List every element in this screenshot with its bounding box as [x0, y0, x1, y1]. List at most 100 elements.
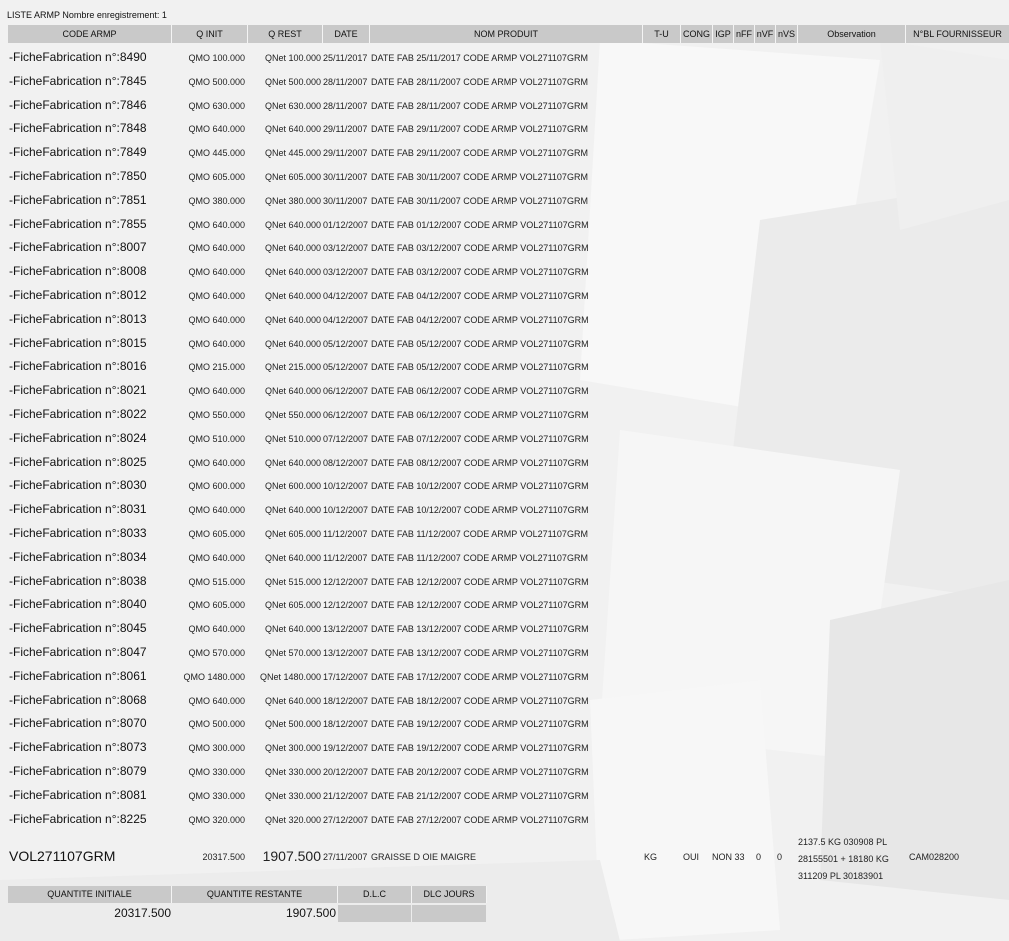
row-code-armp[interactable]: -FicheFabrication n°:8081 — [9, 788, 147, 802]
row-code-armp[interactable]: -FicheFabrication n°:8070 — [9, 716, 147, 730]
row-code-armp[interactable]: -FicheFabrication n°:8034 — [9, 550, 147, 564]
table-row: -FicheFabrication n°:8008 QMO 640.000 QNet… — [0, 259, 1009, 282]
row-q-init: QMO 215.000 — [188, 362, 245, 372]
row-nom-produit: DATE FAB 30/11/2007 CODE ARMP VOL271107G… — [371, 196, 588, 206]
row-date: 27/12/2007 — [323, 815, 369, 825]
row-code-armp[interactable]: -FicheFabrication n°:8038 — [9, 574, 147, 588]
row-code-armp[interactable]: -FicheFabrication n°:8040 — [9, 597, 147, 611]
row-code-armp[interactable]: -FicheFabrication n°:7851 — [9, 193, 147, 207]
row-date: 18/12/2007 — [323, 696, 369, 706]
row-q-init: QMO 640.000 — [188, 386, 245, 396]
row-q-init: QMO 640.000 — [188, 267, 245, 277]
row-nom-produit: DATE FAB 11/12/2007 CODE ARMP VOL271107G… — [371, 529, 588, 539]
row-date: 11/12/2007 — [323, 529, 368, 539]
row-code-armp[interactable]: -FicheFabrication n°:8021 — [9, 383, 147, 397]
row-code-armp[interactable]: -FicheFabrication n°:8022 — [9, 407, 147, 421]
table-row: -FicheFabrication n°:7849 QMO 445.000 QNet… — [0, 140, 1009, 163]
row-date: 12/12/2007 — [323, 600, 369, 610]
col-nom-produit: NOM PRODUIT — [370, 25, 643, 43]
row-code-armp[interactable]: -FicheFabrication n°:8047 — [9, 645, 147, 659]
row-date: 20/12/2007 — [323, 767, 369, 777]
row-q-init: QMO 640.000 — [188, 553, 245, 563]
row-nom-produit: DATE FAB 30/11/2007 CODE ARMP VOL271107G… — [371, 172, 588, 182]
row-code-armp[interactable]: -FicheFabrication n°:8061 — [9, 669, 147, 683]
total-code-armp[interactable]: VOL271107GRM — [9, 848, 115, 864]
row-date: 30/11/2007 — [323, 196, 368, 206]
row-q-rest: QNet 640.000 — [264, 315, 321, 325]
row-code-armp[interactable]: -FicheFabrication n°:8015 — [9, 336, 147, 350]
row-date: 06/12/2007 — [323, 410, 369, 420]
row-code-armp[interactable]: -FicheFabrication n°:7848 — [9, 121, 147, 135]
table-row: -FicheFabrication n°:8073 QMO 300.000 QNet… — [0, 735, 1009, 758]
row-q-init: QMO 600.000 — [188, 481, 245, 491]
row-code-armp[interactable]: -FicheFabrication n°:8030 — [9, 478, 147, 492]
row-code-armp[interactable]: -FicheFabrication n°:8012 — [9, 288, 147, 302]
row-q-init: QMO 630.000 — [188, 101, 245, 111]
row-code-armp[interactable]: -FicheFabrication n°:8024 — [9, 431, 147, 445]
row-q-rest: QNet 605.000 — [264, 600, 321, 610]
row-code-armp[interactable]: -FicheFabrication n°:8033 — [9, 526, 147, 540]
row-date: 01/12/2007 — [323, 220, 369, 230]
row-code-armp[interactable]: -FicheFabrication n°:8225 — [9, 812, 147, 826]
row-code-armp[interactable]: -FicheFabrication n°:8068 — [9, 693, 147, 707]
row-nom-produit: DATE FAB 04/12/2007 CODE ARMP VOL271107G… — [371, 291, 589, 301]
row-q-rest: QNet 320.000 — [264, 815, 321, 825]
row-q-init: QMO 550.000 — [188, 410, 245, 420]
table-row: -FicheFabrication n°:8024 QMO 510.000 QNet… — [0, 426, 1009, 449]
observation-line: 2137.5 KG 030908 PL — [798, 837, 888, 847]
row-code-armp[interactable]: -FicheFabrication n°:8045 — [9, 621, 147, 635]
total-cong: OUI — [683, 852, 700, 862]
summary-header-dlc: D.L.C — [338, 886, 412, 903]
row-code-armp[interactable]: -FicheFabrication n°:7849 — [9, 145, 147, 159]
table-row: -FicheFabrication n°:8012 QMO 640.000 QNet… — [0, 283, 1009, 306]
total-tu: KG — [644, 852, 658, 862]
table-row: -FicheFabrication n°:8015 QMO 640.000 QNet… — [0, 331, 1009, 354]
row-code-armp[interactable]: -FicheFabrication n°:8013 — [9, 312, 147, 326]
row-code-armp[interactable]: -FicheFabrication n°:7845 — [9, 74, 147, 88]
row-code-armp[interactable]: -FicheFabrication n°:8007 — [9, 240, 147, 254]
col-date: DATE — [323, 25, 370, 43]
row-code-armp[interactable]: -FicheFabrication n°:8073 — [9, 740, 147, 754]
row-code-armp[interactable]: -FicheFabrication n°:8490 — [9, 50, 147, 64]
col-cong: CONG — [681, 25, 713, 43]
row-code-armp[interactable]: -FicheFabrication n°:8008 — [9, 264, 147, 278]
row-nom-produit: DATE FAB 29/11/2007 CODE ARMP VOL271107G… — [371, 124, 588, 134]
observation-line: 28155501 + 18180 KG — [798, 854, 889, 864]
row-nom-produit: DATE FAB 10/12/2007 CODE ARMP VOL271107G… — [371, 481, 589, 491]
row-code-armp[interactable]: -FicheFabrication n°:8079 — [9, 764, 147, 778]
row-nom-produit: DATE FAB 10/12/2007 CODE ARMP VOL271107G… — [371, 505, 589, 515]
total-igp: NON 33 — [712, 852, 745, 862]
row-nom-produit: DATE FAB 06/12/2007 CODE ARMP VOL271107G… — [371, 386, 589, 396]
row-q-init: QMO 640.000 — [188, 458, 245, 468]
row-date: 04/12/2007 — [323, 315, 369, 325]
row-q-rest: QNet 640.000 — [264, 624, 321, 634]
observation-line: 311209 PL 30183901 — [798, 871, 884, 881]
table-row: -FicheFabrication n°:8033 QMO 605.000 QNet… — [0, 521, 1009, 544]
row-nom-produit: DATE FAB 18/12/2007 CODE ARMP VOL271107G… — [371, 696, 589, 706]
row-nom-produit: DATE FAB 13/12/2007 CODE ARMP VOL271107G… — [371, 624, 589, 634]
row-code-armp[interactable]: -FicheFabrication n°:7846 — [9, 98, 147, 112]
table-row: -FicheFabrication n°:8070 QMO 500.000 QNet… — [0, 711, 1009, 734]
row-code-armp[interactable]: -FicheFabrication n°:7855 — [9, 217, 147, 231]
row-q-rest: QNet 640.000 — [264, 124, 321, 134]
row-code-armp[interactable]: -FicheFabrication n°:7850 — [9, 169, 147, 183]
row-nom-produit: DATE FAB 01/12/2007 CODE ARMP VOL271107G… — [371, 220, 589, 230]
row-nom-produit: DATE FAB 19/12/2007 CODE ARMP VOL271107G… — [371, 719, 589, 729]
row-code-armp[interactable]: -FicheFabrication n°:8031 — [9, 502, 147, 516]
row-date: 06/12/2007 — [323, 386, 369, 396]
col-bl-fournisseur: N°BL FOURNISSEUR — [906, 25, 1009, 43]
row-q-rest: QNet 605.000 — [264, 172, 321, 182]
summary-header-qrest: QUANTITE RESTANTE — [172, 886, 338, 903]
row-nom-produit: DATE FAB 28/11/2007 CODE ARMP VOL271107G… — [371, 77, 588, 87]
total-nom-produit: GRAISSE D OIE MAIGRE — [371, 852, 477, 862]
row-q-rest: QNet 550.000 — [264, 410, 321, 420]
col-q-rest: Q REST — [248, 25, 323, 43]
row-q-rest: QNet 640.000 — [264, 458, 321, 468]
row-date: 21/12/2007 — [323, 791, 369, 801]
row-q-rest: QNet 640.000 — [264, 553, 321, 563]
table-row: -FicheFabrication n°:8490 QMO 100.000 QNet… — [0, 45, 1009, 68]
row-code-armp[interactable]: -FicheFabrication n°:8016 — [9, 359, 147, 373]
row-q-init: QMO 640.000 — [188, 291, 245, 301]
row-code-armp[interactable]: -FicheFabrication n°:8025 — [9, 455, 147, 469]
table-row: -FicheFabrication n°:8031 QMO 640.000 QNet… — [0, 497, 1009, 520]
